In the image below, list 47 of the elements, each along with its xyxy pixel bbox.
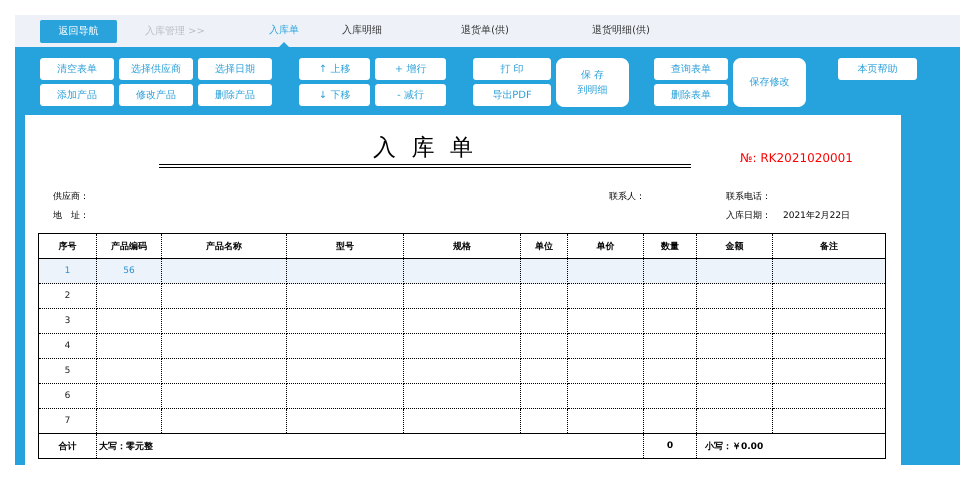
toolbar-button[interactable]: + 增行	[375, 58, 446, 80]
field-label: 联系人：	[609, 192, 645, 202]
table-row[interactable]: 6	[38, 384, 886, 408]
total-label: 合计	[38, 434, 96, 458]
toolbar-button[interactable]: 本页帮助	[838, 58, 917, 80]
form-number: №: RK2021020001	[740, 151, 853, 165]
toolbar-button[interactable]: - 减行	[375, 84, 446, 106]
table-cell: 4	[38, 334, 96, 358]
nav-tab[interactable]: 入库明细	[329, 15, 395, 47]
amount-in-words: 大写：零元整	[96, 434, 644, 458]
toolbar-button[interactable]: 选择日期	[198, 58, 272, 80]
table-cell: 2	[38, 284, 96, 308]
toolbar-button[interactable]: 清空表单	[40, 58, 114, 80]
toolbar-button[interactable]: 打 印	[473, 58, 551, 80]
form-title: 入 库 单	[159, 115, 691, 168]
toolbar-button[interactable]: 添加产品	[40, 84, 114, 106]
nav-tab[interactable]: 退货明细(供)	[575, 15, 667, 47]
toolbar-button[interactable]: 查询表单	[654, 58, 728, 80]
table-row[interactable]: 2	[38, 284, 886, 308]
toolbar-button[interactable]: 删除产品	[198, 84, 272, 106]
table-row[interactable]: 3	[38, 308, 886, 334]
toolbar-button[interactable]: 选择供应商	[119, 58, 193, 80]
table-cell: 5	[38, 358, 96, 384]
field-label: 入库日期：	[726, 211, 771, 221]
back-button[interactable]: 返回导航	[40, 20, 117, 42]
field-label: 地 址：	[53, 211, 89, 221]
nav-tab[interactable]: 退货单(供)	[395, 15, 575, 47]
total-quantity: 0	[644, 434, 696, 458]
table-cell: 3	[38, 308, 96, 334]
table-row[interactable]: 7	[38, 408, 886, 434]
field-value: 2021年2月22日	[783, 211, 850, 221]
toolbar-button[interactable]: 导出PDF	[473, 84, 551, 106]
table-row[interactable]: 1 56	[38, 258, 886, 284]
toolbar-button[interactable]: ↓ 下移	[299, 84, 370, 106]
toolbar-button[interactable]: 修改产品	[119, 84, 193, 106]
toolbar-button[interactable]: ↑ 上移	[299, 58, 370, 80]
table-row[interactable]: 4	[38, 334, 886, 358]
field-label: 联系电话：	[726, 192, 771, 202]
toolbar-button[interactable]: 保 存 到明细	[556, 58, 629, 107]
toolbar-button[interactable]: 删除表单	[654, 84, 728, 106]
nav-tab[interactable]: 入库单	[239, 15, 329, 47]
table-cell: 56	[96, 258, 162, 284]
table-cell: 6	[38, 384, 96, 408]
toolbar-button[interactable]: 保存修改	[733, 58, 806, 107]
table-cell: 1	[38, 258, 96, 284]
table-row[interactable]: 5	[38, 358, 886, 384]
field-label: 供应商：	[53, 192, 89, 202]
